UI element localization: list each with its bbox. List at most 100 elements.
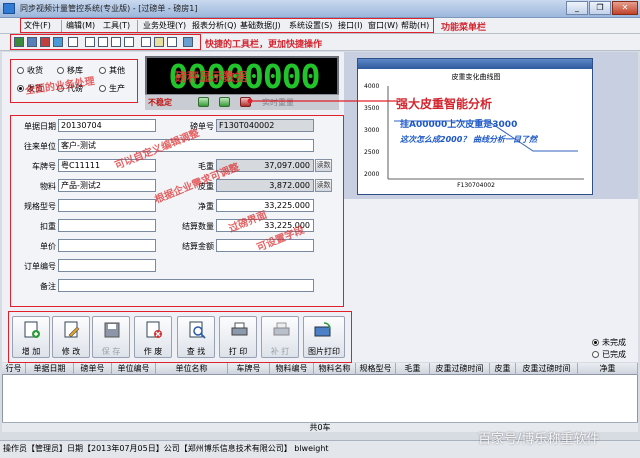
- radio-production[interactable]: [99, 85, 106, 92]
- toolbar-grid-icon[interactable]: [124, 37, 134, 47]
- refresh-icon[interactable]: [198, 97, 209, 107]
- title-bar: 同步视频计量管控系统(专业版) - [过磅单 - 磅房1] _ ❐ ✕: [0, 0, 640, 18]
- toolbar-exit-icon[interactable]: [183, 37, 193, 47]
- grid-col-header[interactable]: 皮重过磅时间: [516, 363, 578, 375]
- save-button[interactable]: 保 存: [92, 316, 130, 358]
- grid-col-header[interactable]: 单位编号: [112, 363, 156, 375]
- radio-incomplete-label: 未完成: [602, 338, 626, 347]
- plate-label: 车牌号: [32, 162, 56, 171]
- menu-basic-data[interactable]: 基础数据(J): [240, 20, 281, 31]
- toolbar-record-icon[interactable]: [40, 37, 50, 47]
- chart-ytick: 3500: [364, 105, 380, 112]
- toolbar-blank-icon[interactable]: [85, 37, 95, 47]
- chart-message-line2: 这次怎么成2000？ 曲线分析一目了然: [400, 135, 538, 144]
- print-button-label: 打 印: [228, 347, 248, 356]
- menu-help[interactable]: 帮助(H): [401, 20, 429, 31]
- capture-icon[interactable]: [219, 97, 230, 107]
- print-icon: [231, 322, 248, 336]
- grid-col-header[interactable]: 物料名称: [314, 363, 356, 375]
- goods-field[interactable]: 产品-测试2: [58, 179, 156, 192]
- save-button-label: 保 存: [101, 347, 121, 356]
- reprint-icon: [273, 322, 290, 336]
- menu-interface[interactable]: 接口(I): [338, 20, 363, 31]
- grid-col-header[interactable]: 规格型号: [356, 363, 396, 375]
- grid-col-header[interactable]: 物料编号: [270, 363, 314, 375]
- deduct-weight-field[interactable]: [58, 219, 156, 232]
- toolbar-chart-icon[interactable]: [141, 37, 151, 47]
- chart-message-line1: 挂A00000上次皮重是3000: [400, 120, 518, 130]
- unit-price-field[interactable]: [58, 239, 156, 252]
- ticket-number-field: F130T040002: [216, 119, 314, 132]
- menu-edit[interactable]: 编辑(M): [66, 20, 95, 31]
- chart-ytick: 2000: [364, 171, 380, 178]
- menu-file[interactable]: 文件(F): [24, 20, 51, 31]
- grid-col-header[interactable]: 皮重: [490, 363, 516, 375]
- radio-receive[interactable]: [17, 67, 24, 74]
- tare-weight-field: 3,872.000: [216, 179, 314, 192]
- toolbar-list-icon[interactable]: [111, 37, 121, 47]
- grid-col-header[interactable]: 行号: [2, 363, 26, 375]
- remark-field[interactable]: [58, 279, 314, 292]
- toolbar-new-icon[interactable]: [14, 37, 24, 47]
- edit-doc-icon: [64, 321, 80, 338]
- grid-col-header[interactable]: 毛重: [396, 363, 430, 375]
- radio-incomplete[interactable]: [592, 339, 599, 346]
- toolbar-table-icon[interactable]: [98, 37, 108, 47]
- toolbar-report-icon[interactable]: [154, 37, 164, 47]
- window-title: 同步视频计量管控系统(专业版) - [过磅单 - 磅房1]: [20, 4, 198, 13]
- settle-amount-label: 结算金额: [182, 242, 214, 251]
- grid-col-header[interactable]: 净重: [578, 363, 638, 375]
- edit-button[interactable]: 修 改: [52, 316, 90, 358]
- watermark: 百家号/博乐称重软件: [478, 432, 600, 447]
- image-print-button[interactable]: 图片打印: [303, 316, 345, 358]
- grid-col-header[interactable]: 皮重过磅时间: [430, 363, 490, 375]
- read-gross-button[interactable]: 读数: [315, 159, 332, 172]
- minimize-button[interactable]: _: [566, 1, 588, 15]
- reprint-button[interactable]: 补 打: [261, 316, 299, 358]
- find-button-label: 查 找: [186, 347, 206, 356]
- connector-line: [247, 98, 398, 104]
- find-button[interactable]: 查 找: [177, 316, 215, 358]
- date-field[interactable]: 20130704: [58, 119, 156, 132]
- grid-col-header[interactable]: 单位名称: [156, 363, 228, 375]
- chart-xlabel: F130704002: [457, 182, 495, 189]
- chart-ytick: 3000: [364, 127, 380, 134]
- read-tare-button[interactable]: 读数: [315, 179, 332, 192]
- partner-unit-label: 往来单位: [24, 142, 56, 151]
- radio-other-label: 其他: [109, 66, 125, 75]
- menu-window[interactable]: 窗口(W): [368, 20, 398, 31]
- remark-label: 备注: [40, 282, 56, 291]
- restore-button[interactable]: ❐: [589, 1, 611, 15]
- menu-settings[interactable]: 系统设置(S): [289, 20, 332, 31]
- radio-transfer[interactable]: [57, 67, 64, 74]
- radio-other[interactable]: [99, 67, 106, 74]
- void-button-label: 作 废: [143, 347, 163, 356]
- close-button[interactable]: ✕: [612, 1, 638, 15]
- edit-button-label: 修 改: [61, 347, 81, 356]
- spec-field[interactable]: [58, 199, 156, 212]
- toolbar-open-icon[interactable]: [27, 37, 37, 47]
- save-icon: [104, 322, 120, 338]
- menu-reports[interactable]: 报表分析(Q): [192, 20, 237, 31]
- print-button[interactable]: 打 印: [219, 316, 257, 358]
- weight-overlay-label: 磅秤显示数据: [175, 70, 248, 84]
- settle-qty-label: 结算数量: [182, 222, 214, 231]
- void-button[interactable]: 作 废: [134, 316, 172, 358]
- radio-ship[interactable]: [17, 85, 24, 92]
- unit-price-label: 单价: [40, 242, 56, 251]
- add-button[interactable]: 增 加: [12, 316, 50, 358]
- toolbar-annotation: 快捷的工具栏，更加快捷操作: [205, 40, 323, 50]
- order-number-field[interactable]: [58, 259, 156, 272]
- grid-col-header[interactable]: 车牌号: [228, 363, 270, 375]
- toolbar-window-icon[interactable]: [68, 37, 78, 47]
- menu-business[interactable]: 业务处理(Y): [143, 20, 186, 31]
- toolbar-layout-icon[interactable]: [167, 37, 177, 47]
- menu-tools[interactable]: 工具(T): [103, 20, 130, 31]
- menu-annotation: 功能菜单栏: [441, 23, 487, 33]
- grid-col-header[interactable]: 单据日期: [26, 363, 74, 375]
- grid-col-header[interactable]: 磅单号: [74, 363, 112, 375]
- menu-separator: [137, 20, 138, 32]
- toolbar-image-icon[interactable]: [53, 37, 63, 47]
- radio-complete[interactable]: [592, 351, 599, 358]
- radio-receive-label: 收货: [27, 66, 43, 75]
